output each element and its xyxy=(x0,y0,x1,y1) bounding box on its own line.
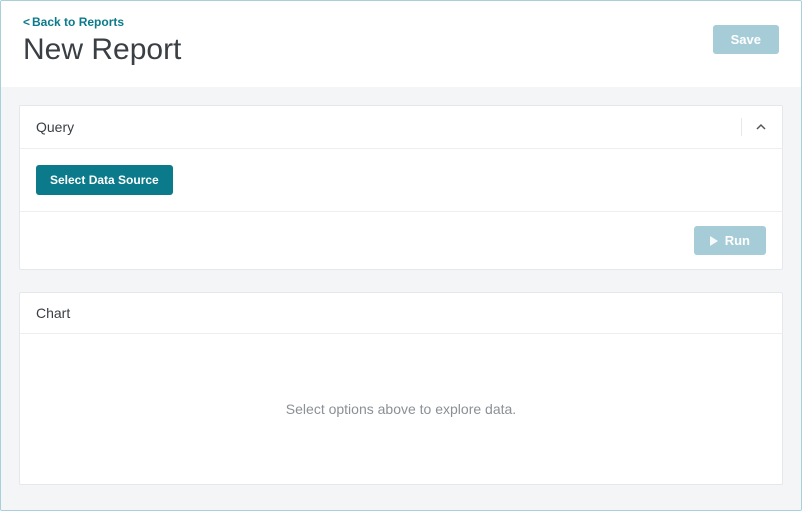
chart-placeholder-text: Select options above to explore data. xyxy=(286,401,516,417)
chart-panel: Chart Select options above to explore da… xyxy=(19,292,783,485)
query-panel-body: Select Data Source xyxy=(20,149,782,212)
app-frame: < Back to Reports New Report Save Query xyxy=(0,0,802,511)
run-button-label: Run xyxy=(725,233,750,248)
query-panel-footer: Run xyxy=(20,212,782,269)
save-button[interactable]: Save xyxy=(713,25,779,54)
select-data-source-label: Select Data Source xyxy=(50,173,159,187)
header-left: < Back to Reports New Report xyxy=(23,15,181,67)
page-title: New Report xyxy=(23,33,181,67)
select-data-source-button[interactable]: Select Data Source xyxy=(36,165,173,195)
query-collapse-area xyxy=(741,118,766,136)
play-icon xyxy=(710,236,718,246)
page-header: < Back to Reports New Report Save xyxy=(1,1,801,87)
chevron-up-icon[interactable] xyxy=(756,122,766,132)
query-panel: Query Select Data Source Run xyxy=(19,105,783,270)
page-body: Query Select Data Source Run xyxy=(1,87,801,510)
query-panel-title: Query xyxy=(36,119,74,135)
chart-panel-header: Chart xyxy=(20,293,782,334)
query-panel-header: Query xyxy=(20,106,782,149)
chevron-left-icon: < xyxy=(23,15,30,29)
back-link-label: Back to Reports xyxy=(32,15,124,29)
chart-panel-title: Chart xyxy=(36,305,70,321)
back-to-reports-link[interactable]: < Back to Reports xyxy=(23,15,181,29)
save-button-label: Save xyxy=(731,32,761,47)
chart-panel-body: Select options above to explore data. xyxy=(20,334,782,484)
run-button[interactable]: Run xyxy=(694,226,766,255)
